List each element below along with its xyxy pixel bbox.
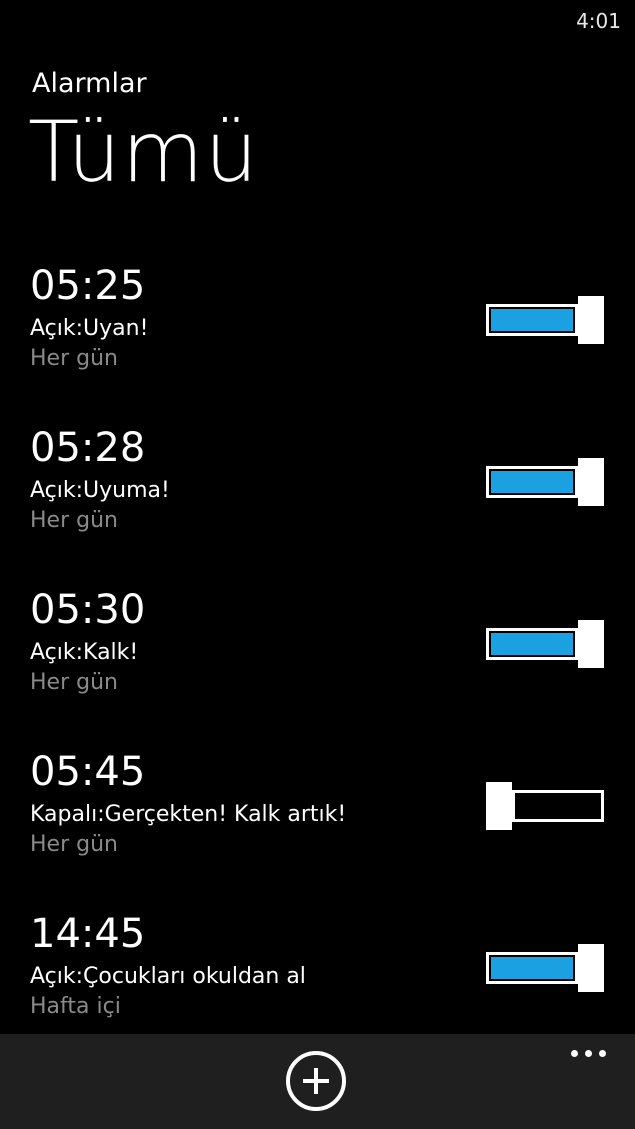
alarm-item[interactable]: 05:28 Açık:Uyuma! Her gün (0, 424, 635, 586)
toggle-fill (491, 633, 573, 655)
alarm-time: 05:25 (30, 263, 146, 309)
ellipsis-icon-dot (585, 1050, 592, 1057)
alarm-repeat: Her gün (30, 832, 118, 857)
alarm-label: Açık:Kalk! (30, 640, 139, 665)
alarm-time: 05:28 (30, 425, 146, 471)
alarm-label: Açık:Çocukları okuldan al (30, 964, 306, 989)
alarm-item[interactable]: 05:25 Açık:Uyan! Her gün (0, 262, 635, 424)
alarm-repeat: Her gün (30, 508, 118, 533)
alarm-item[interactable]: 05:45 Kapalı:Gerçekten! Kalk artık! Her … (0, 748, 635, 910)
alarm-toggle[interactable] (486, 944, 604, 992)
toggle-thumb[interactable] (578, 458, 604, 506)
alarm-list: 05:25 Açık:Uyan! Her gün 05:28 Açık:Uyum… (0, 262, 635, 1072)
alarm-time: 14:45 (30, 911, 146, 957)
alarm-repeat: Her gün (30, 346, 118, 371)
alarm-toggle[interactable] (486, 782, 604, 830)
alarm-toggle[interactable] (486, 296, 604, 344)
toggle-track (512, 790, 604, 822)
alarm-toggle[interactable] (486, 620, 604, 668)
alarm-time: 05:45 (30, 749, 146, 795)
alarm-time: 05:30 (30, 587, 146, 633)
page-title: Tümü (28, 103, 259, 201)
plus-circle-icon-stroke (314, 1068, 318, 1094)
alarm-item[interactable]: 05:30 Açık:Kalk! Her gün (0, 586, 635, 748)
toggle-thumb[interactable] (578, 944, 604, 992)
alarm-toggle[interactable] (486, 458, 604, 506)
add-alarm-button[interactable] (286, 1051, 346, 1111)
toggle-thumb[interactable] (578, 296, 604, 344)
toggle-fill (491, 957, 573, 979)
app-bar (0, 1034, 635, 1129)
status-time: 4:01 (576, 9, 621, 33)
alarm-repeat: Hafta içi (30, 994, 121, 1019)
alarm-label: Kapalı:Gerçekten! Kalk artık! (30, 802, 347, 827)
toggle-fill (491, 309, 573, 331)
toggle-fill (491, 471, 573, 493)
app-title: Alarmlar (32, 68, 147, 99)
status-bar: 4:01 (0, 0, 635, 40)
alarm-repeat: Her gün (30, 670, 118, 695)
more-options-button[interactable] (571, 1048, 607, 1060)
toggle-thumb[interactable] (578, 620, 604, 668)
alarm-label: Açık:Uyan! (30, 316, 149, 341)
ellipsis-icon (571, 1050, 578, 1057)
toggle-thumb[interactable] (486, 782, 512, 830)
ellipsis-icon-dot (599, 1050, 606, 1057)
alarm-label: Açık:Uyuma! (30, 478, 170, 503)
